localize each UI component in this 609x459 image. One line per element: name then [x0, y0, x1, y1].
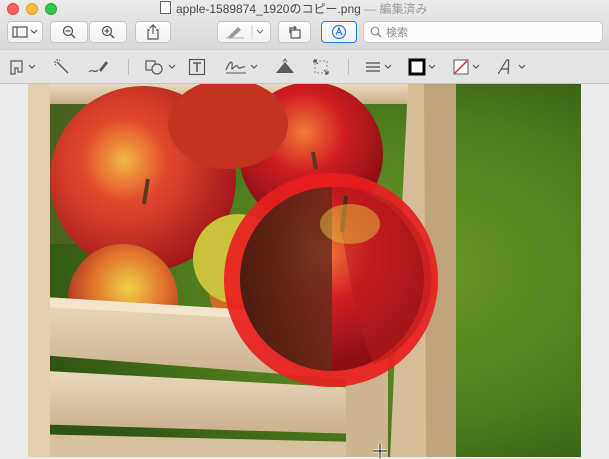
document-icon: [160, 1, 171, 14]
border-color-tool[interactable]: [408, 57, 436, 77]
text-icon: [188, 58, 206, 76]
sign-tool[interactable]: [224, 57, 258, 77]
adjust-color-icon: [276, 58, 294, 73]
instant-alpha-icon: [54, 59, 69, 74]
sketch-icon: [88, 61, 108, 73]
search-icon: [370, 26, 382, 38]
chevron-down-icon: [428, 64, 436, 69]
window-titlebar: apple-1589874_1920のコピー.png — 編集済み 検索: [0, 0, 609, 49]
zoom-out-icon: [62, 25, 76, 39]
fill-color-tool[interactable]: [452, 57, 480, 77]
share-button[interactable]: [135, 21, 171, 43]
adjust-color-tool[interactable]: [274, 57, 296, 77]
zoom-in-icon: [101, 25, 115, 39]
chevron-down-icon: [518, 64, 526, 69]
chevron-down-icon: [384, 64, 392, 69]
window-filename: apple-1589874_1920のコピー.png: [176, 2, 361, 16]
selection-tool[interactable]: [8, 57, 36, 77]
shape-style-tool[interactable]: [364, 57, 392, 77]
photo-illustration: [28, 84, 581, 457]
chevron-down-icon: [28, 64, 36, 69]
pen-icon: [226, 25, 264, 39]
window-title: apple-1589874_1920のコピー.png — 編集済み: [160, 1, 428, 17]
adjust-size-icon: [313, 59, 329, 75]
rotate-icon: [288, 25, 301, 39]
rotate-button[interactable]: [278, 21, 311, 43]
sidebar-toggle-button[interactable]: [7, 21, 43, 43]
image-canvas[interactable]: [0, 84, 609, 458]
text-tool[interactable]: [188, 57, 206, 77]
instant-alpha-tool[interactable]: [53, 57, 71, 77]
close-window-button[interactable]: [7, 3, 19, 15]
window-title-separator: —: [360, 2, 380, 16]
fill-color-icon: [453, 59, 469, 75]
sidebar-icon: [12, 26, 38, 38]
shapes-icon: [145, 60, 163, 75]
chevron-down-icon: [472, 64, 480, 69]
shapes-tool[interactable]: [144, 57, 176, 77]
search-placeholder: 検索: [386, 27, 408, 39]
zoom-window-button[interactable]: [45, 3, 57, 15]
zoom-out-button[interactable]: [50, 21, 88, 43]
search-field[interactable]: 検索: [363, 21, 603, 43]
markup-button[interactable]: [321, 21, 357, 43]
toolbar-separator: [348, 59, 349, 75]
chevron-down-icon: [250, 64, 258, 69]
share-icon: [147, 24, 159, 40]
sign-icon: [225, 61, 246, 74]
highlight-button[interactable]: [217, 21, 271, 43]
markup-toolbar: [0, 49, 609, 84]
text-style-icon: [498, 59, 510, 75]
border-color-icon: [408, 58, 426, 76]
rectangular-selection-icon: [10, 60, 23, 75]
toolbar-separator: [128, 59, 129, 75]
markup-icon: [331, 24, 347, 40]
adjust-size-tool[interactable]: [312, 57, 330, 77]
chevron-down-icon: [168, 64, 176, 69]
apple-photo[interactable]: [28, 84, 581, 457]
edited-status: 編集済み: [379, 2, 428, 16]
sketch-tool[interactable]: [87, 57, 109, 77]
minimize-window-button[interactable]: [26, 3, 38, 15]
shape-style-icon: [366, 62, 380, 72]
zoom-in-button[interactable]: [89, 21, 127, 43]
text-style-tool[interactable]: [498, 57, 526, 77]
